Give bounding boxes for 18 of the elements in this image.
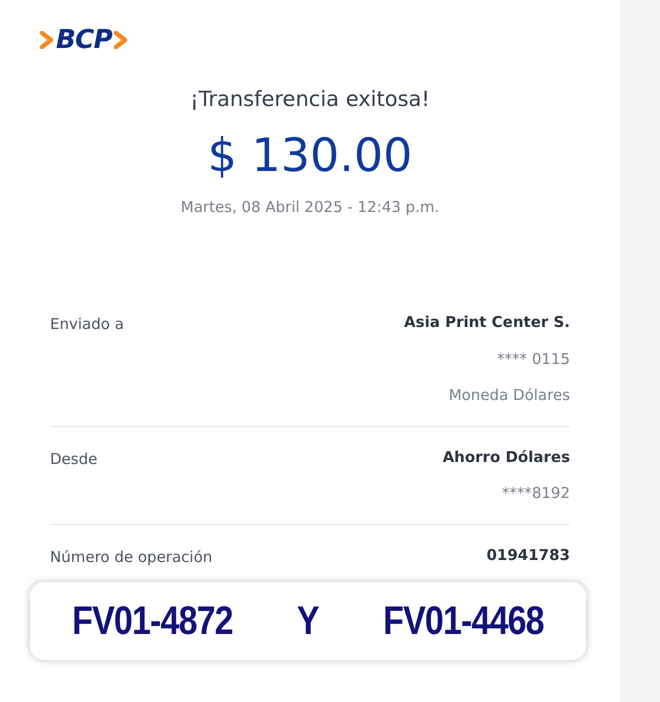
detail-value: Ahorro Dólares	[442, 446, 570, 468]
detail-value: Moneda Dólares	[448, 385, 570, 406]
detail-value: Asia Print Center S.	[404, 312, 570, 333]
success-title: ¡Transferencia exitosa!	[189, 86, 431, 113]
detail-label: Número de operación	[50, 546, 212, 568]
chevron-icon	[40, 31, 54, 49]
logo-text: BCP	[56, 27, 112, 53]
transfer-date: Martes, 08 Abril 2025 - 12:43 p.m.	[180, 196, 440, 218]
chevron-icon	[114, 31, 128, 49]
detail-label: Enviado a	[50, 314, 124, 335]
invoice-code: FV01-4468	[383, 598, 544, 645]
detail-value: 01941783	[486, 544, 570, 566]
detail-label: Desde	[50, 448, 98, 470]
invoice-code: Y	[297, 598, 319, 645]
invoice-code: FV01-4872	[72, 598, 233, 645]
detail-value: **** 0115	[497, 348, 570, 370]
amount: $ 130.00	[206, 132, 414, 178]
detail-value: ****8192	[502, 483, 570, 504]
